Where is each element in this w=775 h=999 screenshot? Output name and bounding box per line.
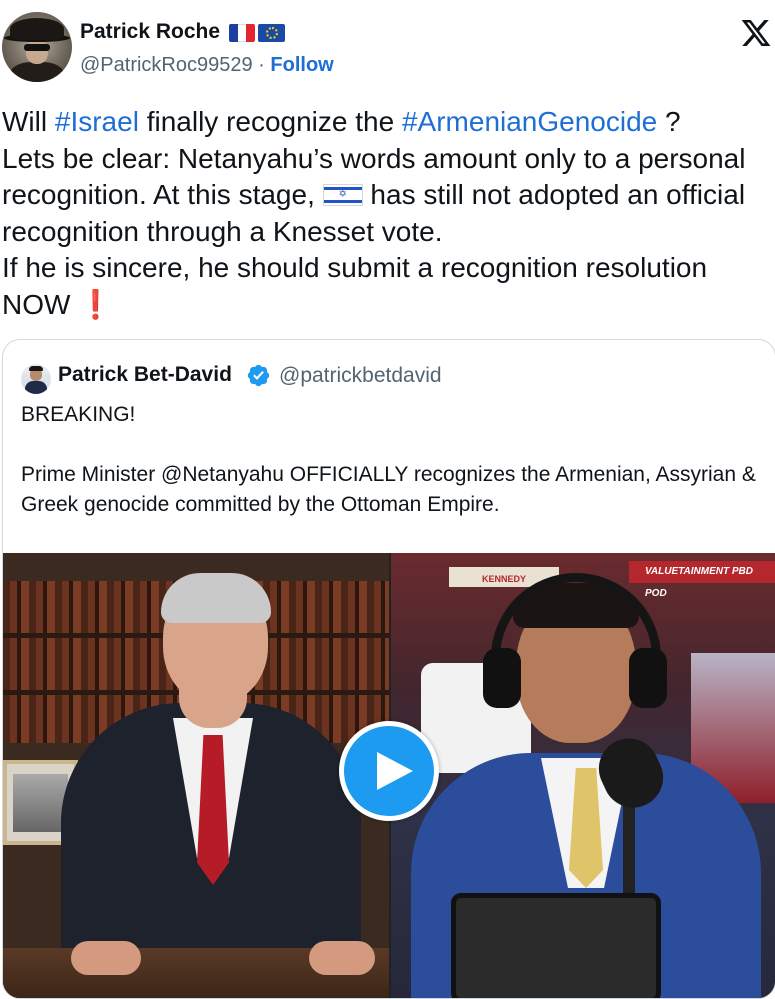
speaker-hand bbox=[309, 941, 375, 975]
tweet-text-part: finally recognize the bbox=[138, 106, 402, 137]
tweet-text: Will #Israel finally recognize the #Arme… bbox=[2, 104, 772, 323]
avatar-hat bbox=[10, 18, 64, 40]
valuetainment-banner: VALUETAINMENT PBD POD bbox=[629, 561, 775, 599]
play-button[interactable] bbox=[339, 721, 439, 821]
video-left-panel bbox=[3, 553, 389, 998]
tablet bbox=[451, 893, 661, 998]
quoted-author-avatar[interactable] bbox=[21, 364, 51, 394]
hashtag-israel[interactable]: #Israel bbox=[55, 106, 139, 137]
author-handle[interactable]: @PatrickRoc99529 bbox=[80, 54, 253, 76]
quoted-author-handle[interactable]: @patrickbetdavid bbox=[279, 364, 442, 388]
quoted-tweet-text: BREAKING! Prime Minister @Netanyahu OFFI… bbox=[21, 400, 761, 520]
quoted-tweet-line: Prime Minister @Netanyahu OFFICIALLY rec… bbox=[21, 463, 756, 516]
verified-badge-icon bbox=[247, 364, 270, 387]
avatar-mask bbox=[24, 44, 50, 51]
hashtag-armenian-genocide[interactable]: #ArmenianGenocide bbox=[402, 106, 657, 137]
headphone-cup bbox=[629, 648, 667, 708]
quoted-tweet-card[interactable]: Patrick Bet-David @patrickbetdavid BREAK… bbox=[2, 339, 775, 999]
headphone-cup bbox=[483, 648, 521, 708]
video-right-panel: KENNEDY VALUETAINMENT PBD POD bbox=[391, 553, 775, 998]
avatar-cape bbox=[10, 62, 64, 82]
france-flag-icon bbox=[229, 24, 255, 42]
eu-flag-icon bbox=[258, 24, 285, 42]
speaker-hand bbox=[71, 941, 141, 975]
author-name[interactable]: Patrick Roche bbox=[80, 20, 220, 44]
author-handle-line: @PatrickRoc99529 · Follow bbox=[80, 54, 334, 77]
play-icon bbox=[377, 752, 413, 790]
follow-button[interactable]: Follow bbox=[270, 54, 333, 76]
tweet-header: Patrick Roche @PatrickRoc99529 · Follow bbox=[0, 0, 775, 95]
tweet-text-part: Will bbox=[2, 106, 55, 137]
author-flags bbox=[229, 24, 285, 44]
israel-flag-icon: ✡ bbox=[322, 184, 363, 206]
speaker-hair bbox=[161, 573, 271, 623]
handle-separator: · bbox=[252, 54, 271, 76]
author-avatar[interactable] bbox=[2, 12, 72, 82]
quoted-author-name[interactable]: Patrick Bet-David bbox=[58, 363, 232, 387]
quoted-tweet-line: BREAKING! bbox=[21, 403, 136, 426]
exclamation-icon: ❗ bbox=[78, 288, 114, 320]
video-player[interactable]: KENNEDY VALUETAINMENT PBD POD bbox=[3, 553, 775, 998]
x-logo-icon[interactable] bbox=[738, 17, 774, 49]
